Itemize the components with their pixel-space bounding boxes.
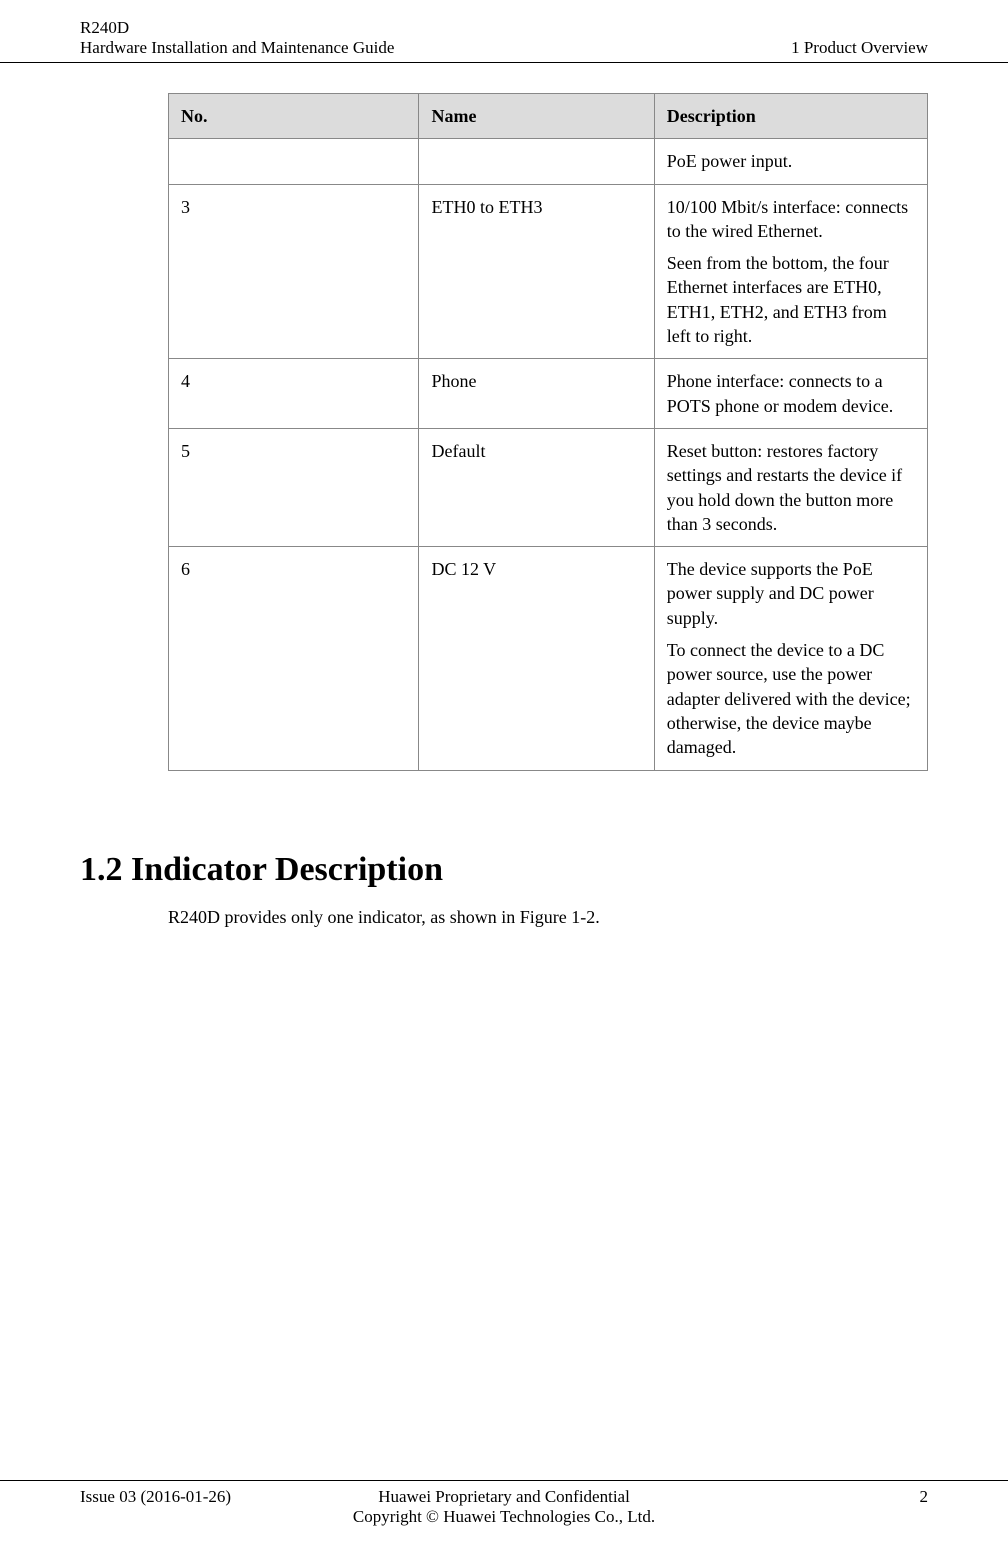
cell-name: ETH0 to ETH3 (419, 184, 654, 359)
footer-copyright: Copyright © Huawei Technologies Co., Ltd… (260, 1507, 748, 1527)
desc-paragraph: 10/100 Mbit/s interface: connects to the… (667, 195, 915, 244)
th-name: Name (419, 94, 654, 139)
footer-proprietary: Huawei Proprietary and Confidential (260, 1487, 748, 1507)
table-container: No. Name Description PoE power input. 3ET… (168, 93, 928, 771)
desc-paragraph: Seen from the bottom, the four Ethernet … (667, 251, 915, 348)
footer-center: Huawei Proprietary and Confidential Copy… (260, 1487, 748, 1527)
cell-desc: 10/100 Mbit/s interface: connects to the… (654, 184, 927, 359)
desc-paragraph: To connect the device to a DC power sour… (667, 638, 915, 759)
cell-no: 5 (169, 428, 419, 546)
table-row: PoE power input. (169, 139, 928, 184)
table-row: 4Phone Phone interface: connects to a POT… (169, 359, 928, 429)
chapter-title: 1 Product Overview (791, 38, 928, 58)
footer-page-number: 2 (748, 1487, 928, 1507)
cell-no: 6 (169, 547, 419, 770)
header-left: R240D Hardware Installation and Maintena… (80, 18, 394, 58)
desc-paragraph: The device supports the PoE power supply… (667, 557, 915, 630)
table-body: PoE power input. 3ETH0 to ETH3 10/100 Mbit… (169, 139, 928, 770)
cell-desc: Phone interface: connects to a POTS phon… (654, 359, 927, 429)
header-right: 1 Product Overview (791, 38, 928, 58)
table-row: 5DefaultReset button: restores factory s… (169, 428, 928, 546)
table-row: 6DC 12 VThe device supports the PoE powe… (169, 547, 928, 770)
cell-no (169, 139, 419, 184)
th-desc: Description (654, 94, 927, 139)
th-no: No. (169, 94, 419, 139)
table-header-row: No. Name Description (169, 94, 928, 139)
interface-table: No. Name Description PoE power input. 3ET… (168, 93, 928, 771)
page-footer: Issue 03 (2016-01-26) Huawei Proprietary… (0, 1480, 1008, 1567)
cell-desc: PoE power input. (654, 139, 927, 184)
footer-issue: Issue 03 (2016-01-26) (80, 1487, 260, 1507)
page-content: No. Name Description PoE power input. 3ET… (0, 63, 1008, 928)
cell-no: 3 (169, 184, 419, 359)
cell-name (419, 139, 654, 184)
cell-name: Default (419, 428, 654, 546)
cell-desc: The device supports the PoE power supply… (654, 547, 927, 770)
doc-title: Hardware Installation and Maintenance Gu… (80, 38, 394, 58)
product-code: R240D (80, 18, 394, 38)
cell-name: DC 12 V (419, 547, 654, 770)
desc-paragraph: PoE power input. (667, 149, 915, 173)
desc-paragraph: Phone interface: connects to a POTS phon… (667, 369, 915, 418)
desc-paragraph: Reset button: restores factory settings … (667, 439, 915, 536)
cell-name: Phone (419, 359, 654, 429)
section-body: R240D provides only one indicator, as sh… (168, 907, 928, 928)
cell-desc: Reset button: restores factory settings … (654, 428, 927, 546)
cell-no: 4 (169, 359, 419, 429)
section-heading: 1.2 Indicator Description (80, 851, 928, 889)
page-header: R240D Hardware Installation and Maintena… (0, 0, 1008, 63)
table-row: 3ETH0 to ETH3 10/100 Mbit/s interface: co… (169, 184, 928, 359)
